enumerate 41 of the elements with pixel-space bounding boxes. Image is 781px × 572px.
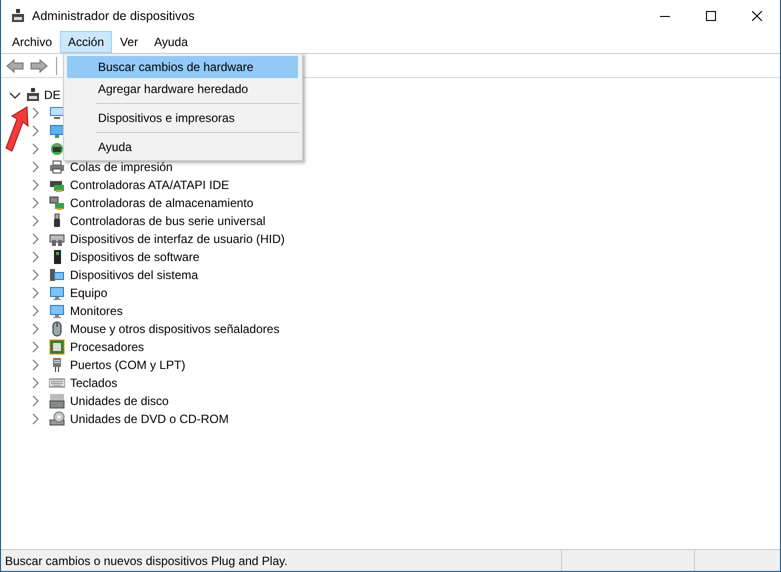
tree-item[interactable]: Puertos (COM y LPT)	[70, 358, 186, 372]
disc-drive-icon	[49, 411, 65, 427]
tree-item[interactable]: Controladoras de almacenamiento	[70, 196, 254, 210]
monitor-icon	[49, 123, 65, 139]
tree-item[interactable]: Teclados	[70, 376, 118, 390]
pointer-arrow	[5, 106, 29, 152]
plug-device-icon	[10, 8, 26, 24]
status-text: Buscar cambios o nuevos dispositivos Plug and Play.	[4, 554, 289, 568]
menu-item[interactable]: Agregar hardware heredado	[67, 78, 298, 100]
tree-item[interactable]: Colas de impresión	[70, 160, 173, 174]
tree-item[interactable]: Procesadores	[70, 340, 144, 354]
tree-item[interactable]: Controladoras ATA/ATAPI IDE	[70, 178, 230, 192]
maximize-icon	[706, 10, 716, 20]
monitor-icon	[49, 303, 65, 319]
disk-drive-icon	[49, 393, 65, 409]
menu-item[interactable]: Ayuda	[67, 136, 298, 158]
tree-item[interactable]: Dispositivos del sistema	[70, 268, 198, 282]
menu-item[interactable]: Archivo	[4, 31, 60, 53]
close-icon	[752, 10, 762, 20]
menu-item[interactable]: Buscar cambios de hardware	[67, 56, 298, 78]
tree-item[interactable]: Dispositivos de software	[70, 250, 200, 264]
tree-item[interactable]: Unidades de DVD o CD-ROM	[70, 412, 229, 426]
menu-item[interactable]: Ver	[112, 31, 146, 53]
plug-device-icon	[25, 87, 41, 103]
storage-icon	[49, 195, 65, 211]
monitor-icon	[49, 285, 65, 301]
menu-item[interactable]: Acción	[60, 31, 112, 53]
tree-item[interactable]: Monitores	[70, 304, 123, 318]
tree-item[interactable]: Mouse y otros dispositivos señaladores	[70, 322, 280, 336]
tree-item[interactable]: Dispositivos de interfaz de usuario (HID)	[70, 232, 285, 246]
menu-item[interactable]: Ayuda	[146, 31, 196, 53]
window-title: Administrador de dispositivos	[32, 8, 196, 22]
tree-item[interactable]: Controladoras de bus serie universal	[70, 214, 266, 228]
menu-item[interactable]: Dispositivos e impresoras	[67, 107, 298, 129]
tree-item[interactable]: Equipo	[70, 286, 108, 300]
tree-item[interactable]: Unidades de disco	[70, 394, 169, 408]
computer-icon	[49, 105, 65, 121]
tree-item[interactable]: DE	[44, 88, 61, 102]
system-icon	[49, 267, 65, 283]
chip-icon	[49, 339, 65, 355]
printer-icon	[49, 159, 65, 175]
